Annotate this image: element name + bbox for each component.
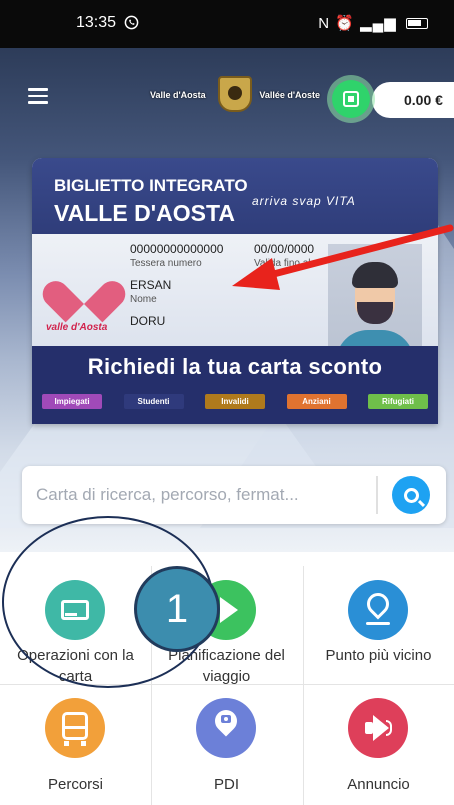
menu-label: Punto più vicino [325, 647, 432, 664]
status-icons: N ⏰ ▂▄▆ [318, 14, 428, 32]
red-arrow-annotation [232, 224, 454, 290]
category-chip: Anziani [286, 394, 347, 409]
promo-bar[interactable]: Richiedi la tua carta sconto Impiegati S… [32, 346, 438, 424]
card-surname: ERSAN [130, 278, 172, 292]
card-surname-label: Nome [130, 294, 157, 305]
card-number-label: Tessera numero [130, 258, 202, 269]
search-bar[interactable]: Carta di ricerca, percorso, fermat... [22, 466, 446, 524]
search-input[interactable]: Carta di ricerca, percorso, fermat... [36, 485, 299, 505]
brand-left: Valle d'Aosta [150, 90, 206, 100]
app-screen: 13:35 N ⏰ ▂▄▆ Valle d'Aosta Vallée d'Aos… [0, 0, 454, 805]
card-title-line2: VALLE D'AOSTA [54, 200, 235, 226]
hero-banner: Valle d'Aosta Vallée d'Aoste 0.00 € BIGL… [0, 48, 454, 552]
menu-routes[interactable]: Percorsi [0, 684, 151, 805]
card-number: 00000000000000 [130, 242, 224, 256]
menu-nearest-point[interactable]: Punto più vicino [303, 566, 454, 684]
nfc-icon: N [318, 15, 331, 32]
category-chip: Rifugiati [368, 394, 428, 409]
bus-icon [45, 698, 105, 758]
status-bar: 13:35 N ⏰ ▂▄▆ [0, 0, 454, 48]
category-chip: Studenti [123, 394, 184, 409]
megaphone-icon [348, 698, 408, 758]
card-name: DORU [130, 314, 166, 328]
qr-code-button[interactable] [332, 80, 370, 118]
location-pin-icon [348, 580, 408, 640]
qr-code-icon [343, 91, 359, 107]
whatsapp-icon [124, 15, 139, 30]
menu-announcement[interactable]: Annuncio [303, 684, 454, 805]
step-badge: 1 [134, 566, 220, 652]
category-chip: Invalidi [205, 394, 265, 409]
poi-pin-icon [196, 698, 256, 758]
card-header: BIGLIETTO INTEGRATO VALLE D'AOSTA arriva… [32, 158, 438, 234]
search-divider [376, 476, 378, 514]
brand-right: Vallée d'Aoste [259, 90, 320, 100]
category-chip: Impiegati [42, 394, 102, 409]
hamburger-icon[interactable] [28, 88, 48, 104]
crest-icon [218, 76, 252, 112]
status-time: 13:35 [76, 14, 117, 31]
region-logo: Valle d'Aosta Vallée d'Aoste [150, 74, 320, 114]
partner-logos: arriva svap VITA [252, 194, 356, 208]
battery-icon [406, 18, 428, 29]
card-title-line1: BIGLIETTO INTEGRATO [54, 176, 248, 195]
wallet-balance: 0.00 € [404, 92, 443, 108]
search-button[interactable] [392, 476, 430, 514]
promo-text: Richiedi la tua carta sconto [87, 354, 383, 379]
signal-icon: ▂▄▆ [360, 15, 397, 32]
region-logo-text: valle d'Aosta [46, 322, 108, 333]
menu-poi[interactable]: PDI [151, 684, 302, 805]
menu-label: Annuncio [347, 776, 410, 793]
category-chips: Impiegati Studenti Invalidi Anziani Rifu… [42, 394, 428, 410]
alarm-icon: ⏰ [335, 15, 355, 32]
heart-logo-icon [37, 260, 131, 323]
menu-label: PDI [213, 776, 239, 793]
menu-label: Percorsi [47, 776, 103, 793]
search-icon [403, 487, 419, 503]
